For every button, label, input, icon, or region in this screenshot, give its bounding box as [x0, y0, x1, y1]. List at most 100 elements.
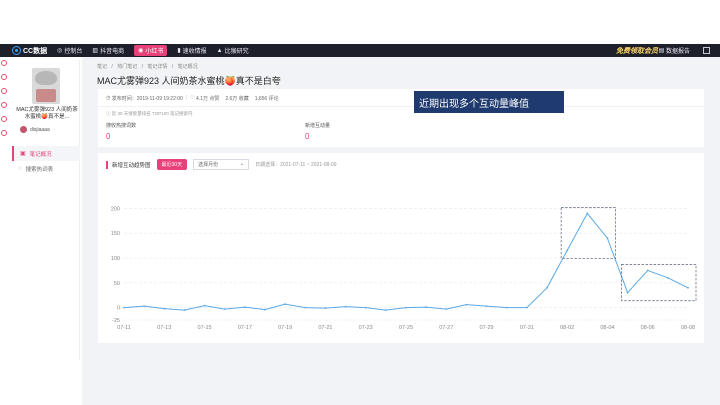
- breadcrumb-separator: /: [111, 64, 113, 70]
- side-item-search-keywords[interactable]: ◌ 搜索热词表: [12, 161, 80, 176]
- fullscreen-icon[interactable]: [703, 47, 710, 54]
- data-point: [324, 307, 327, 309]
- note-side-panel: MAC尤雾弹923 人间奶茶水蜜桃🍑真不是... disjiaaaa ▣ 笔记概…: [12, 60, 80, 360]
- edge-user-icon[interactable]: [1, 88, 7, 94]
- y-tick-label: 200: [111, 206, 120, 212]
- breadcrumb-notes[interactable]: 笔记: [97, 64, 107, 70]
- rank-note: ⓘ 近 30 天搜索量排名 TOP100 笔记搜索内: [106, 111, 193, 116]
- breadcrumb: 笔记 / 热门笔记 / 笔记详情 / 笔记概况: [97, 63, 201, 70]
- x-tick-label: 07-13: [157, 325, 171, 331]
- data-point: [465, 303, 468, 306]
- avatar: [20, 126, 27, 133]
- chart-title: 新增互动趋势图: [112, 162, 151, 169]
- nav-intel[interactable]: ▮ 速收情报: [177, 46, 206, 55]
- chart-icon: ▥: [92, 48, 99, 54]
- logo-icon: [12, 46, 21, 55]
- note-thumbnail[interactable]: [32, 68, 60, 104]
- x-tick-label: 08-02: [560, 325, 574, 331]
- nav-dashboard[interactable]: ◎ 控制台: [57, 46, 82, 55]
- edge-data-icon[interactable]: [1, 74, 7, 80]
- edge-star-icon[interactable]: [1, 102, 7, 108]
- y-tick-label: 0: [117, 306, 120, 312]
- data-point: [425, 306, 428, 309]
- x-tick-label: 07-23: [359, 325, 373, 331]
- collect-count: 2.6万 收藏: [225, 96, 249, 102]
- breadcrumb-hot-notes[interactable]: 热门笔记: [117, 64, 137, 70]
- data-point: [687, 286, 689, 289]
- y-tick-label: -25: [112, 318, 120, 324]
- data-point: [566, 249, 569, 252]
- x-tick-label: 07-29: [480, 325, 494, 331]
- data-point: [586, 212, 589, 215]
- publish-time: 发布时间：2019-11-09 19:22:00: [111, 96, 183, 102]
- breadcrumb-note-detail[interactable]: 笔记详情: [147, 64, 167, 70]
- y-tick-label: 100: [111, 256, 120, 262]
- data-point: [525, 306, 528, 309]
- x-tick-label: 08-04: [600, 325, 614, 331]
- note-overview-icon: ▣: [20, 151, 26, 157]
- search-comment-icon: ◌: [18, 165, 22, 172]
- data-point: [606, 237, 609, 240]
- side-item-note-overview[interactable]: ▣ 笔记概况: [12, 146, 80, 161]
- date-range: 日期选择：2021-07-11 ~ 2021-08-09: [255, 162, 337, 168]
- data-point: [364, 306, 367, 309]
- last-30-days-button[interactable]: 最近30天: [156, 159, 188, 170]
- nav-xiaohongshu[interactable]: ◉ 小红书: [134, 45, 168, 56]
- series-line: [123, 212, 689, 311]
- stat-value: 0: [106, 132, 111, 141]
- research-icon: ▲: [216, 47, 223, 54]
- note-title[interactable]: MAC尤雾弹923 人间奶茶水蜜桃🍑真不是...: [16, 107, 78, 121]
- comment-count: 1,656 评论: [254, 96, 279, 102]
- breadcrumb-note-overview: 笔记概况: [177, 64, 198, 70]
- nav-research[interactable]: ▲ 比猴研究: [216, 46, 249, 56]
- divider: |: [185, 95, 188, 101]
- edge-help-icon[interactable]: [1, 130, 7, 136]
- logo[interactable]: CC数据: [12, 46, 47, 56]
- data-point: [123, 306, 125, 309]
- data-point: [405, 306, 407, 309]
- free-membership-promo[interactable]: 免费领取会员: [616, 44, 658, 57]
- top-navigation-bar: CC数据 ◎ 控制台 ▥ 抖音电商 ◉ 小红书 ▮ 速收情报 ▲ 比猴研究 免费领取会员 …: [0, 44, 720, 57]
- data-point: [183, 309, 186, 311]
- note-meta-row: ◷ 发布时间：2019-11-09 19:22:00 | ♡ 4.1万 点赞 2…: [106, 95, 279, 102]
- data-point: [264, 308, 266, 311]
- page-title: MAC尤雾弹923 人间奶茶水蜜桃🍑真不是白夸: [97, 76, 281, 86]
- annotation-callout: 近期出现多个互动量峰值: [414, 91, 564, 113]
- data-point: [203, 304, 206, 307]
- x-tick-label: 07-15: [198, 325, 212, 331]
- x-tick-label: 07-11: [117, 325, 131, 331]
- data-point: [243, 306, 246, 309]
- month-select[interactable]: 选择月份 ⌄: [193, 159, 250, 170]
- data-point: [646, 269, 649, 272]
- data-point: [546, 286, 548, 289]
- x-tick-label: 07-21: [318, 325, 332, 331]
- x-tick-label: 08-06: [641, 325, 655, 331]
- note-meta-card: ◷ 发布时间：2019-11-09 19:22:00 | ♡ 4.1万 点赞 2…: [98, 89, 704, 147]
- author[interactable]: disjiaaaa: [20, 126, 50, 133]
- x-tick-label: 07-25: [399, 325, 413, 331]
- nav-douyin-ecommerce[interactable]: ▥ 抖音电商: [92, 46, 124, 55]
- data-point: [284, 303, 287, 306]
- chart-toolbar: 新增互动趋势图 最近30天 选择月份 ⌄ 日期选择：2021-07-11 ~ 2…: [106, 159, 337, 170]
- x-tick-label: 07-19: [278, 325, 292, 331]
- side-menu: ▣ 笔记概况 ◌ 搜索热词表: [12, 146, 80, 176]
- x-tick-label: 07-31: [520, 325, 534, 331]
- xiaohongshu-icon: ◉: [138, 48, 144, 54]
- x-tick-label: 08-08: [681, 325, 695, 331]
- bar-icon: ▮: [177, 48, 181, 54]
- report-icon: ▤: [658, 48, 666, 54]
- data-point: [666, 276, 669, 279]
- divider: [98, 106, 704, 107]
- stat-new-interactions: 新增互动量 0: [305, 123, 331, 141]
- edge-settings-icon[interactable]: [1, 116, 7, 122]
- dashboard-icon: ◎: [57, 48, 63, 54]
- data-point: [223, 308, 226, 310]
- edge-toolbar: [0, 60, 10, 144]
- breadcrumb-separator: /: [171, 64, 174, 70]
- y-tick-label: 150: [111, 231, 120, 237]
- data-point: [445, 308, 448, 310]
- edge-home-icon[interactable]: [1, 60, 7, 66]
- data-point: [344, 305, 347, 308]
- data-report-link[interactable]: ▤ 数据报告: [659, 44, 690, 57]
- stat-value: 0: [305, 132, 310, 141]
